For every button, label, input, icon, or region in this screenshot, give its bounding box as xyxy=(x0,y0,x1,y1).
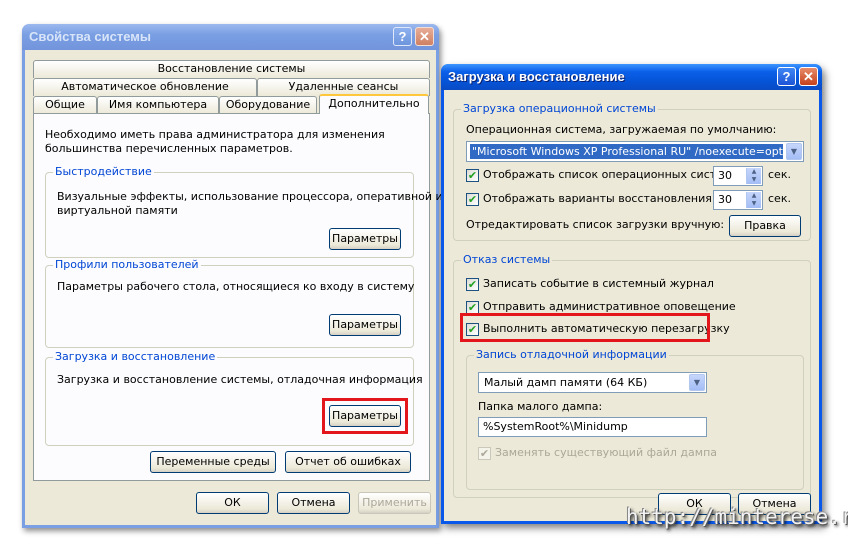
show-recovery-seconds[interactable]: 30 ▲ ▼ xyxy=(713,190,763,210)
tab-hardware[interactable]: Оборудование xyxy=(219,96,317,114)
error-reporting-button[interactable]: Отчет об ошибках xyxy=(285,451,411,473)
system-properties-titlebar[interactable]: Свойства системы ? ✕ xyxy=(22,24,439,50)
dump-dir-field[interactable]: %SystemRoot%\Minidump xyxy=(478,417,707,437)
system-failure-group: Отказ системы ✔ Записать событие в систе… xyxy=(453,253,811,498)
site-watermark: http://minterese.ru/ xyxy=(626,505,848,529)
startup-recovery-client: Загрузка операционной системы Операционн… xyxy=(444,90,819,521)
startup-recovery-titlebar[interactable]: Загрузка и восстановление ? ✕ xyxy=(441,64,822,90)
help-button[interactable]: ? xyxy=(393,27,412,46)
startup-recovery-title: Загрузка и восстановление xyxy=(448,69,625,84)
show-recovery-label: Отображать варианты восстановления: xyxy=(483,192,716,205)
environment-variables-button[interactable]: Переменные среды xyxy=(150,451,276,473)
startup-recovery-desc: Загрузка и восстановление системы, отлад… xyxy=(57,373,423,386)
tab-system-restore[interactable]: Восстановление системы xyxy=(33,60,430,78)
sysprops-ok-button[interactable]: ОК xyxy=(196,492,269,514)
performance-settings-button[interactable]: Параметры xyxy=(329,228,401,250)
overwrite-dump-checkbox[interactable]: ✔ xyxy=(478,447,491,460)
startup-recovery-legend: Загрузка и восстановление xyxy=(53,350,218,364)
boot-os-legend: Загрузка операционной системы xyxy=(461,102,658,116)
performance-group: Быстродействие Визуальные эффекты, испол… xyxy=(45,165,443,258)
default-os-label: Операционная система, загружаемая по умо… xyxy=(466,123,777,136)
system-properties-window: Свойства системы ? ✕ Восстановление сист… xyxy=(22,24,443,528)
default-os-value: "Microsoft Windows XP Professional RU" /… xyxy=(470,144,783,159)
close-button[interactable]: ✕ xyxy=(415,27,434,46)
show-recovery-unit: сек. xyxy=(768,192,791,205)
user-profiles-desc: Параметры рабочего стола, относящиеся ко… xyxy=(57,280,415,293)
help-icon: ? xyxy=(782,69,791,84)
dump-type-select[interactable]: Малый дамп памяти (64 КБ) ▼ xyxy=(478,372,707,393)
startup-settings-highlight xyxy=(322,398,408,434)
sysprops-cancel-button[interactable]: Отмена xyxy=(277,492,350,514)
user-profiles-group: Профили пользователей Параметры рабочего… xyxy=(45,258,415,348)
debug-info-legend: Запись отладочной информации xyxy=(474,348,669,362)
spin-arrows-icon[interactable]: ▲ ▼ xyxy=(746,168,761,184)
system-properties-client: Восстановление системы Автоматическое об… xyxy=(25,50,443,525)
tab-computer-name[interactable]: Имя компьютера xyxy=(97,96,219,114)
help-button[interactable]: ? xyxy=(777,67,796,86)
performance-desc-line2: виртуальной памяти xyxy=(57,204,178,217)
show-os-list-checkbox[interactable]: ✔ xyxy=(466,169,479,182)
system-properties-title: Свойства системы xyxy=(29,29,151,44)
admin-note-line1: Необходимо иметь права администратора дл… xyxy=(45,128,385,141)
send-alert-label: Отправить административное оповещение xyxy=(483,300,736,313)
default-os-select[interactable]: "Microsoft Windows XP Professional RU" /… xyxy=(466,141,804,162)
edit-boot-list-button[interactable]: Правка xyxy=(729,215,801,237)
show-os-list-unit: сек. xyxy=(768,168,791,181)
startup-recovery-window: Загрузка и восстановление ? ✕ Загрузка о… xyxy=(441,64,822,524)
show-recovery-checkbox[interactable]: ✔ xyxy=(466,193,479,206)
close-button[interactable]: ✕ xyxy=(799,67,818,86)
help-icon: ? xyxy=(398,29,407,44)
write-event-label: Записать событие в системный журнал xyxy=(483,277,714,290)
startup-recovery-group: Загрузка и восстановление Загрузка и вос… xyxy=(45,350,423,446)
edit-boot-list-label: Отредактировать список загрузки вручную: xyxy=(466,218,725,231)
show-os-list-label: Отображать список операционных систем: xyxy=(483,168,735,181)
close-icon: ✕ xyxy=(419,29,430,44)
performance-legend: Быстродействие xyxy=(53,165,154,179)
close-icon: ✕ xyxy=(803,69,814,84)
show-os-list-seconds[interactable]: 30 ▲ ▼ xyxy=(713,166,763,186)
tab-advanced[interactable]: Дополнительно xyxy=(319,94,429,114)
tab-automatic-updates[interactable]: Автоматическое обновление xyxy=(33,78,257,96)
dump-dir-label: Папка малого дампа: xyxy=(478,400,603,413)
performance-desc-line1: Визуальные эффекты, использование процес… xyxy=(57,190,443,203)
sysprops-apply-button[interactable]: Применить xyxy=(358,492,431,514)
admin-note-line2: большинства перечисленных параметров. xyxy=(45,142,293,155)
debug-info-group: Запись отладочной информации Малый дамп … xyxy=(466,348,804,490)
dump-type-value: Малый дамп памяти (64 КБ) xyxy=(484,376,648,389)
overwrite-dump-label: Заменять существующий файл дампа xyxy=(495,446,718,459)
chevron-down-icon[interactable]: ▼ xyxy=(786,143,802,160)
user-profiles-settings-button[interactable]: Параметры xyxy=(329,314,401,336)
user-profiles-legend: Профили пользователей xyxy=(53,258,201,272)
spin-arrows-icon[interactable]: ▲ ▼ xyxy=(746,192,761,208)
system-failure-legend: Отказ системы xyxy=(461,253,553,267)
tab-general[interactable]: Общие xyxy=(33,96,97,114)
advanced-tab-panel: Необходимо иметь права администратора дл… xyxy=(33,113,443,481)
chevron-down-icon[interactable]: ▼ xyxy=(689,374,705,391)
write-event-checkbox[interactable]: ✔ xyxy=(466,278,479,291)
auto-restart-highlight xyxy=(460,313,710,342)
boot-os-group: Загрузка операционной системы Операционн… xyxy=(453,102,811,241)
